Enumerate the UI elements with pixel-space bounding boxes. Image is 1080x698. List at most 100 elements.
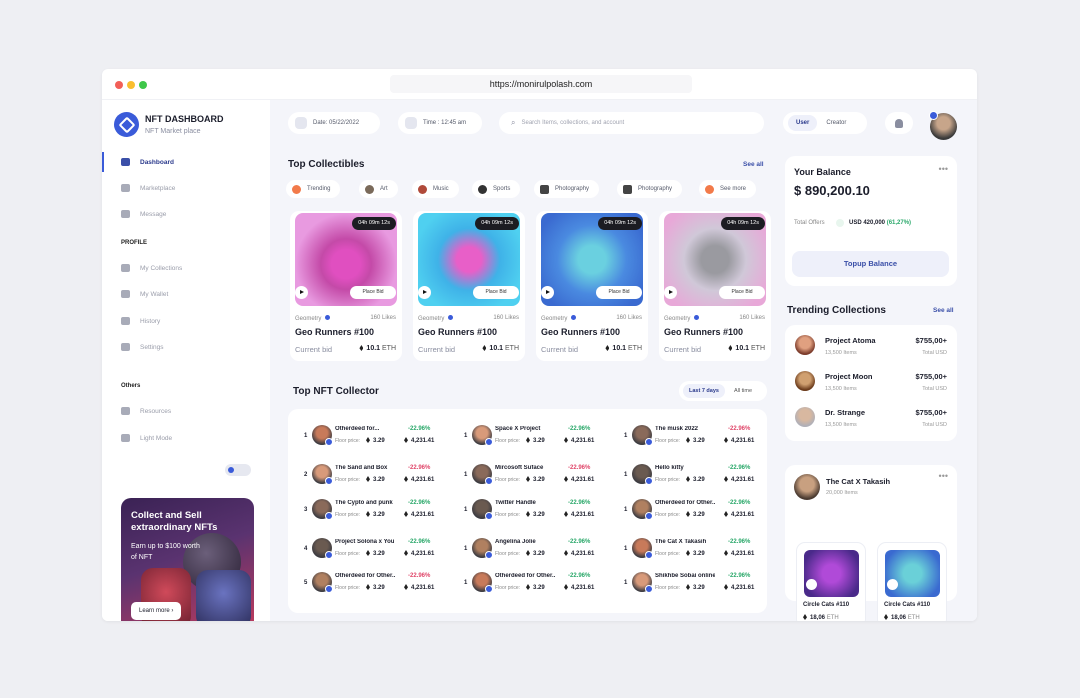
collector-row[interactable]: 1 Mircosoft Suface Floor price: 3.29 -22.96%… bbox=[464, 458, 604, 494]
total-value: 4,231.61 bbox=[571, 477, 595, 483]
nav-my-wallet[interactable]: My Wallet bbox=[102, 284, 270, 304]
nav-marketplace[interactable]: Marketplace bbox=[102, 178, 270, 198]
see-all-link[interactable]: See all bbox=[743, 161, 764, 168]
rank: 1 bbox=[464, 433, 468, 439]
nav-resources[interactable]: Resources bbox=[102, 401, 270, 421]
avatar[interactable] bbox=[794, 474, 820, 500]
floor-price-label: Floor price: bbox=[655, 512, 681, 518]
play-icon[interactable] bbox=[541, 286, 554, 299]
nft-card[interactable]: 04h 09m 12s Place Bid Geometry 160 Likes… bbox=[413, 211, 525, 361]
balance-card: Your Balance ••• $ 890,200.10 Total Offe… bbox=[785, 156, 957, 286]
nft-card[interactable]: 04h 09m 12s Place Bid Geometry 160 Likes… bbox=[659, 211, 771, 361]
trending-item[interactable]: Project Moon 13,500 Items $755,00+ Total… bbox=[795, 367, 947, 397]
collector-row[interactable]: 1 Space X Project Floor price: 3.29 -22.96% 4… bbox=[464, 419, 604, 455]
avatar bbox=[312, 538, 333, 559]
category-music[interactable]: Music bbox=[412, 180, 459, 198]
mini-nft-card[interactable]: Circle Cats #110 18,06 ETH bbox=[877, 542, 947, 621]
play-icon[interactable] bbox=[887, 579, 898, 590]
category-photography[interactable]: Photography bbox=[534, 180, 600, 198]
clock-icon bbox=[405, 117, 417, 129]
title-bar: https://monirulpolash.com bbox=[102, 69, 977, 100]
collector-row[interactable]: 1 The musk 2022 Floor price: 3.29 -22.96% 4,2… bbox=[624, 419, 764, 455]
bag-icon bbox=[121, 184, 130, 192]
nav-settings[interactable]: Settings bbox=[102, 337, 270, 357]
play-icon[interactable] bbox=[806, 579, 817, 590]
avatar bbox=[632, 464, 653, 485]
document-icon bbox=[121, 407, 130, 415]
play-icon[interactable] bbox=[418, 286, 431, 299]
notification-button[interactable] bbox=[885, 112, 913, 134]
address-bar[interactable]: https://monirulpolash.com bbox=[390, 75, 692, 93]
more-icon[interactable]: ••• bbox=[939, 471, 948, 481]
see-all-link[interactable]: See all bbox=[933, 307, 954, 314]
category-trending[interactable]: Trending bbox=[286, 180, 341, 198]
collector-row[interactable]: 5 Otherdeed for Other... Floor price: 3.29 -… bbox=[304, 566, 444, 602]
learn-more-button[interactable]: Learn more › bbox=[131, 602, 182, 620]
eth-icon bbox=[605, 345, 610, 351]
trending-item[interactable]: Dr. Strange 13,500 Items $755,00+ Total … bbox=[795, 403, 947, 433]
close-dot[interactable] bbox=[115, 81, 123, 89]
search-input[interactable]: ⌕ Search Items, collections, and account bbox=[499, 112, 764, 134]
collector-row[interactable]: 1 Otherdeed for Other... Floor price: 3.29 -… bbox=[464, 566, 604, 602]
category-sports[interactable]: Sports bbox=[472, 180, 521, 198]
mini-nft-card[interactable]: Circle Cats #110 18,06 ETH bbox=[796, 542, 866, 621]
nav-my-collections[interactable]: My Collections bbox=[102, 258, 270, 278]
user-creator-switch: User Creator bbox=[783, 112, 867, 134]
collector-row[interactable]: 1 The Cat X Takasih Floor price: 3.29 -22.96… bbox=[624, 532, 764, 568]
eth-icon bbox=[724, 584, 728, 590]
collector-row[interactable]: 2 The Sand and Box Floor price: 3.29 -22.96%… bbox=[304, 458, 444, 494]
topup-balance-button[interactable]: Topup Balance bbox=[792, 251, 949, 277]
minimize-dot[interactable] bbox=[127, 81, 135, 89]
place-bid-button[interactable]: Place Bid bbox=[473, 286, 519, 299]
maximize-dot[interactable] bbox=[139, 81, 147, 89]
likes-count: 160 Likes bbox=[739, 315, 765, 321]
total-value: 4,231.61 bbox=[411, 477, 435, 483]
total-offers-value: USD 420,000 (61,27%) bbox=[849, 220, 911, 226]
nav-dashboard[interactable]: Dashboard bbox=[102, 152, 270, 172]
folder-icon bbox=[121, 264, 130, 272]
category-see-more[interactable]: See more bbox=[699, 180, 757, 198]
floor-price: 3.29 bbox=[686, 511, 705, 518]
collector-row[interactable]: 1 Hello kitty Floor price: 3.29 -22.96% 4,231… bbox=[624, 458, 764, 494]
tab-all-time[interactable]: All time bbox=[734, 384, 752, 398]
more-icon[interactable]: ••• bbox=[939, 164, 948, 174]
nft-card[interactable]: 04h 09m 12s Place Bid Geometry 160 Likes… bbox=[536, 211, 648, 361]
mail-icon bbox=[121, 210, 130, 218]
nft-card[interactable]: 04h 09m 12s Place Bid Geometry 160 Likes… bbox=[290, 211, 402, 361]
brand-logo-icon bbox=[114, 112, 139, 137]
collector-row[interactable]: 1 Otherdeed for... Floor price: 3.29 -22.96%… bbox=[304, 419, 444, 455]
avatar bbox=[632, 425, 653, 446]
place-bid-button[interactable]: Place Bid bbox=[596, 286, 642, 299]
collector-name: Mircosoft Suface bbox=[495, 465, 544, 471]
total-volume: 4,231.61 bbox=[564, 437, 594, 444]
change-percent: -22.96% bbox=[408, 500, 431, 506]
light-mode-toggle[interactable] bbox=[225, 464, 251, 476]
nav-label: Marketplace bbox=[140, 184, 176, 192]
price-unit: ETH bbox=[826, 615, 839, 621]
play-icon[interactable] bbox=[295, 286, 308, 299]
collector-row[interactable]: 1 Otherdeed for Other... Floor price: 3.29 -… bbox=[624, 493, 764, 529]
tab-creator[interactable]: Creator bbox=[826, 120, 846, 126]
category-photography[interactable]: Photography bbox=[617, 180, 683, 198]
total-volume: 4,231.61 bbox=[564, 476, 594, 483]
collector-row[interactable]: 3 The Cypto and punk Floor price: 3.29 -22.9… bbox=[304, 493, 444, 529]
play-icon[interactable] bbox=[664, 286, 677, 299]
collector-row[interactable]: 1 Twitter Handle Floor price: 3.29 -22.96% 4,… bbox=[464, 493, 604, 529]
trending-item[interactable]: Project Atoma 13,500 Items $755,00+ Tota… bbox=[795, 331, 947, 361]
change-percent: -22.96% bbox=[568, 500, 591, 506]
total-value: 4,231.61 bbox=[571, 512, 595, 518]
place-bid-button[interactable]: Place Bid bbox=[350, 286, 396, 299]
tab-user[interactable]: User bbox=[788, 115, 818, 131]
place-bid-button[interactable]: Place Bid bbox=[719, 286, 765, 299]
collector-row[interactable]: 1 Angelina Jolie Floor price: 3.29 -22.96% 4,… bbox=[464, 532, 604, 568]
collector-row[interactable]: 1 Shikhbe Sobai online Floor price: 3.29 -22… bbox=[624, 566, 764, 602]
history-icon bbox=[121, 317, 130, 325]
ball-icon bbox=[478, 184, 487, 194]
change-percent: -22.96% bbox=[568, 465, 591, 471]
nav-message[interactable]: Message bbox=[102, 204, 270, 224]
rank: 4 bbox=[304, 546, 308, 552]
nav-history[interactable]: History bbox=[102, 311, 270, 331]
collector-row[interactable]: 4 Project Solona x You Floor price: 3.29 -22… bbox=[304, 532, 444, 568]
category-art[interactable]: Art bbox=[359, 180, 398, 198]
tab-last-7-days[interactable]: Last 7 days bbox=[683, 384, 725, 398]
